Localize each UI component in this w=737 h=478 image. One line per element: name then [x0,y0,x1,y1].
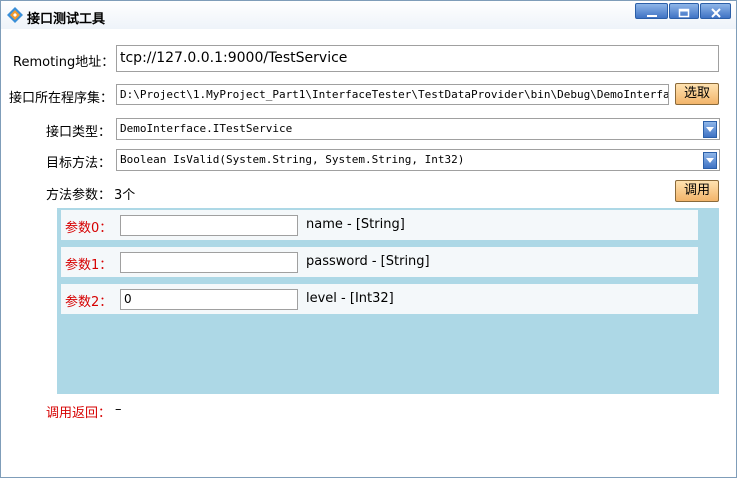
param-0-input[interactable] [120,215,298,236]
target-method-select[interactable]: Boolean IsValid(System.String, System.St… [116,149,720,171]
remoting-address-label: Remoting地址： [13,55,115,70]
param-label: 参数1： [65,258,113,273]
assembly-path-input[interactable]: D:\Project\1.MyProject_Part1\InterfaceTe… [116,84,669,105]
close-icon [710,8,721,18]
param-row: 参数0： name - [String] [61,210,698,240]
chevron-down-icon [706,127,714,132]
result-value: – [115,402,122,417]
invoke-button[interactable]: 调用 [675,180,719,202]
param-1-input[interactable] [120,252,298,273]
result-label: 调用返回： [46,406,112,421]
maximize-icon [678,8,690,18]
target-method-value: Boolean IsValid(System.String, System.St… [120,153,465,166]
minimize-icon [646,15,657,17]
param-description: level - [Int32] [306,291,394,306]
target-method-dropdown-button[interactable] [703,152,717,169]
param-label: 参数2： [65,295,113,310]
maximize-button[interactable] [669,3,699,19]
param-2-input[interactable]: 0 [120,289,298,310]
params-panel: 参数0： name - [String] 参数1： password - [St… [57,208,719,394]
main-window: 接口测试工具 Remoting地址： tcp://127.0.0.1:9000/… [0,0,737,478]
minimize-button[interactable] [635,3,668,19]
assembly-path-label: 接口所在程序集： [9,91,114,106]
target-method-label: 目标方法： [46,156,112,171]
param-row: 参数2： 0 level - [Int32] [61,284,698,314]
app-diamond-icon [7,7,23,23]
interface-type-dropdown-button[interactable] [703,121,717,138]
param-row: 参数1： password - [String] [61,247,698,277]
close-button[interactable] [700,3,731,19]
interface-type-label: 接口类型： [46,125,112,140]
param-description: name - [String] [306,217,405,232]
title-bar: 接口测试工具 [1,1,736,29]
param-description: password - [String] [306,254,430,269]
chevron-down-icon [706,158,714,163]
method-params-label: 方法参数： [46,188,112,203]
select-button[interactable]: 选取 [675,83,719,105]
window-title: 接口测试工具 [27,12,106,27]
interface-type-select[interactable]: DemoInterface.ITestService [116,118,720,140]
method-params-count: 3个 [114,188,136,203]
interface-type-value: DemoInterface.ITestService [120,122,293,135]
remoting-address-input[interactable]: tcp://127.0.0.1:9000/TestService [116,45,719,72]
param-label: 参数0： [65,221,113,236]
